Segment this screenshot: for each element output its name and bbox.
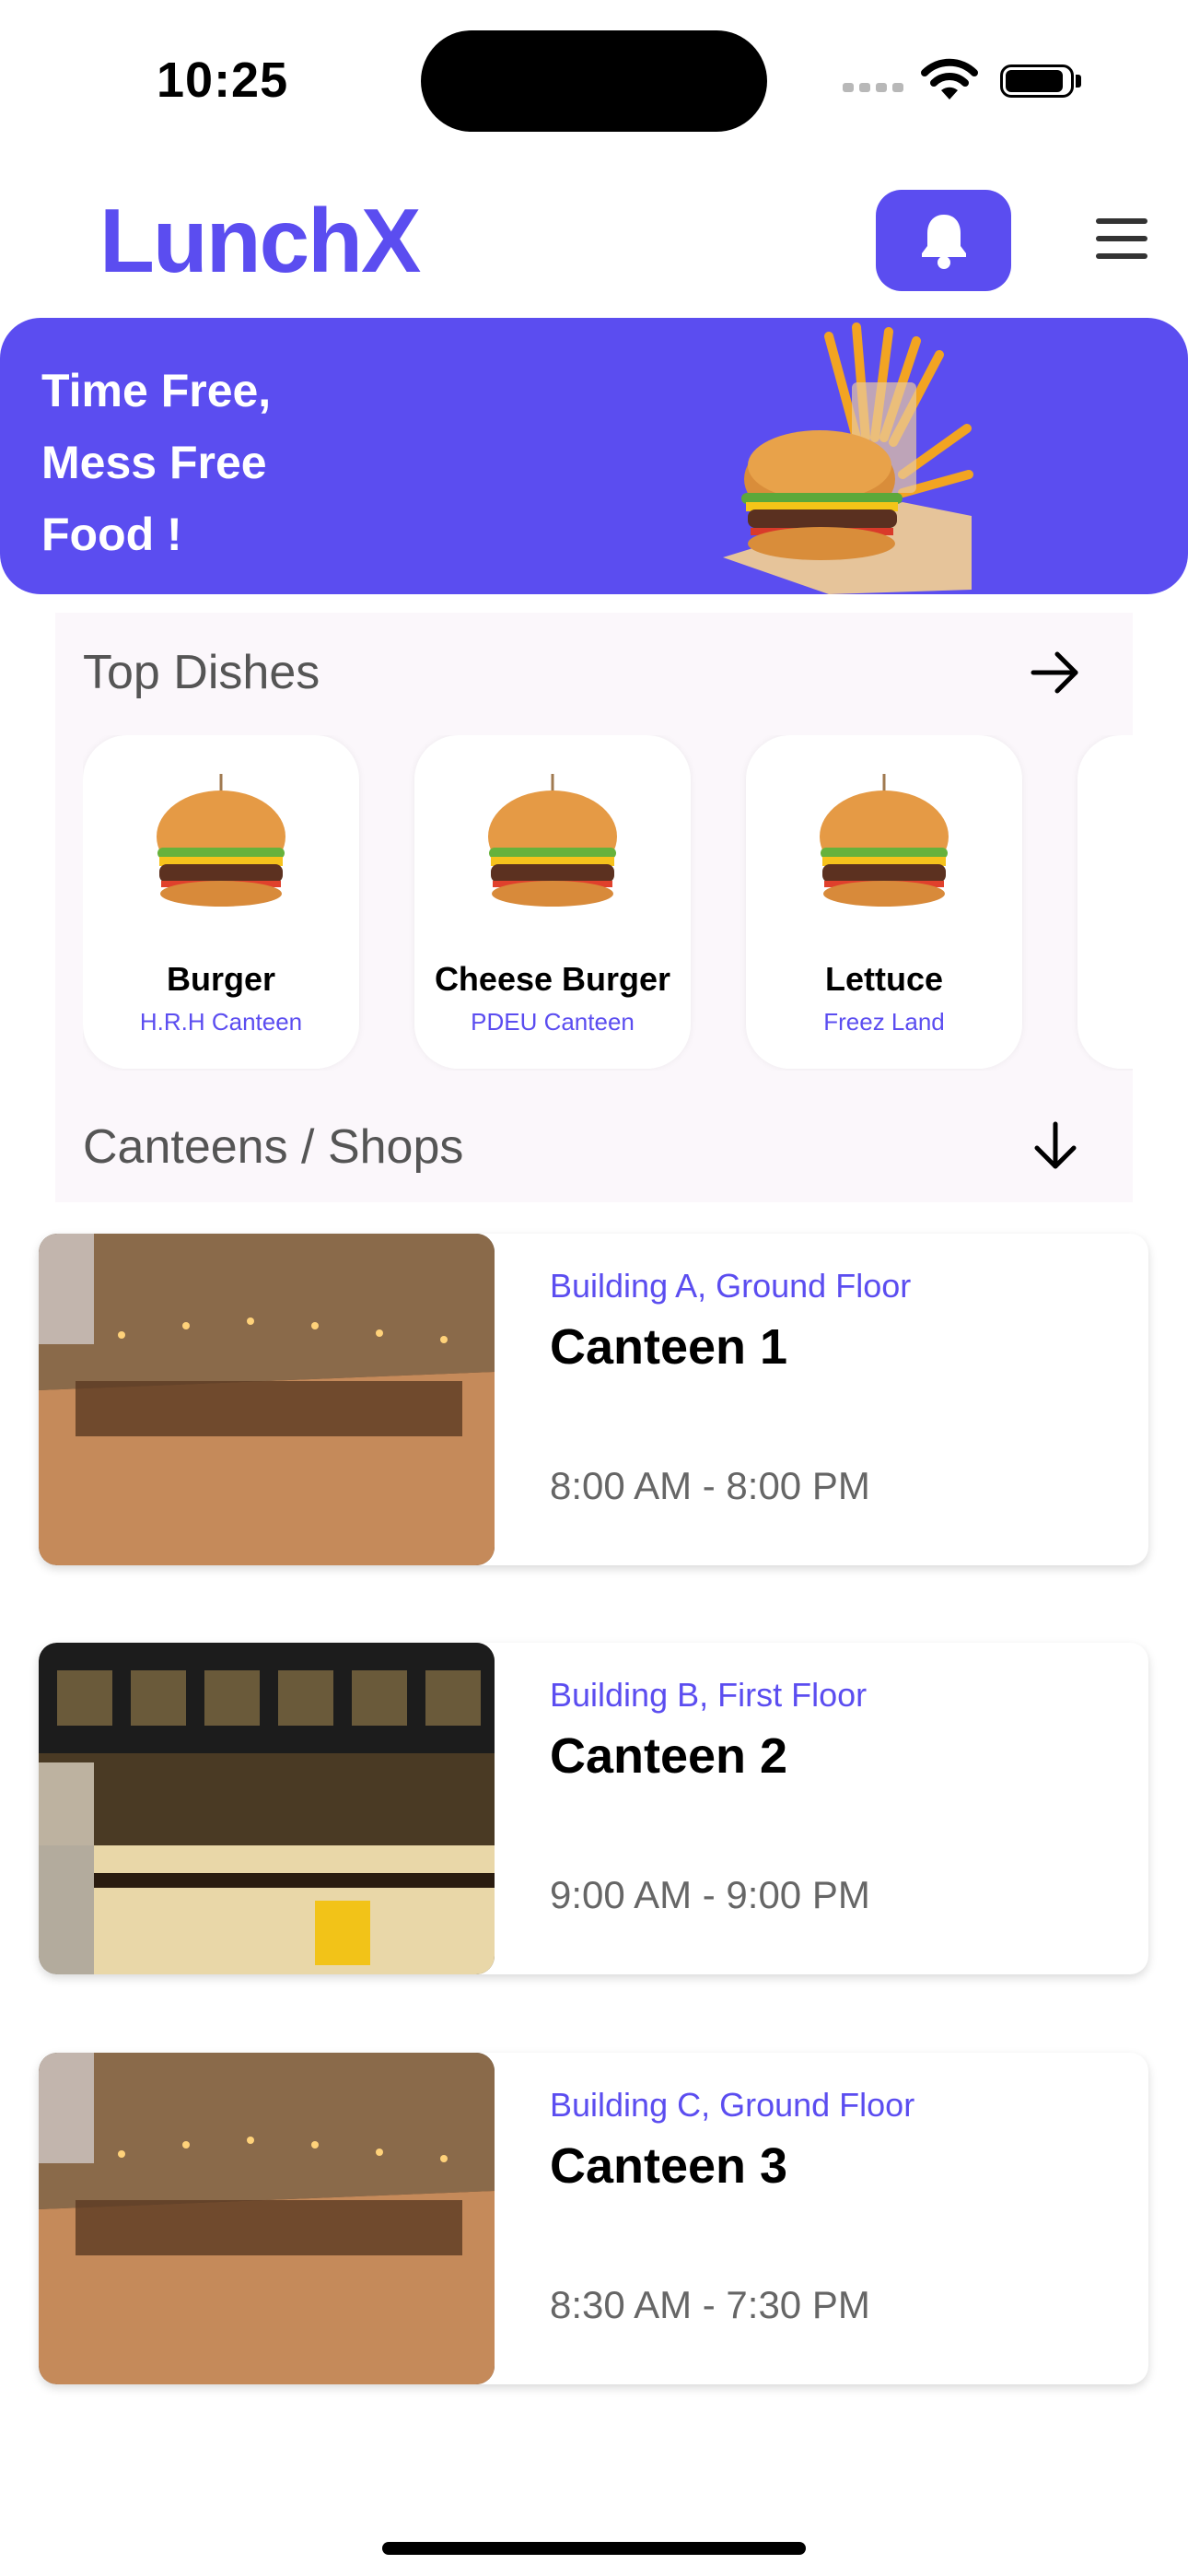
arrow-down-icon[interactable] <box>1026 1117 1085 1176</box>
burger-fries-image <box>723 322 973 594</box>
cellular-signal-icon <box>843 79 905 92</box>
canteen-card[interactable]: Building B, First Floor Canteen 2 9:00 A… <box>39 1643 1148 1974</box>
app-logo: LunchX <box>99 190 421 291</box>
dish-name: Cheese Burger <box>434 960 671 998</box>
canteen-name: Canteen 3 <box>550 2138 788 2194</box>
canteen-photo <box>39 1234 495 1565</box>
canteen-card[interactable]: Building C, Ground Floor Canteen 3 8:30 … <box>39 2053 1148 2384</box>
canteen-hours: 9:00 AM - 9:00 PM <box>550 1873 870 1916</box>
canteen-hours: 8:30 AM - 7:30 PM <box>550 2283 870 2326</box>
dish-card[interactable]: Burger H.R.H Canteen <box>83 735 359 1069</box>
dish-card-partial[interactable] <box>1077 735 1133 1069</box>
arrow-right-icon[interactable] <box>1026 643 1085 702</box>
dynamic-island <box>421 30 767 132</box>
canteen-hours: 8:00 AM - 8:00 PM <box>550 1464 870 1507</box>
bell-icon <box>921 215 966 269</box>
canteen-card[interactable]: Building A, Ground Floor Canteen 1 8:00 … <box>39 1234 1148 1565</box>
canteen-name: Canteen 1 <box>550 1319 788 1375</box>
canteen-location: Building C, Ground Floor <box>550 2086 915 2124</box>
dish-location: PDEU Canteen <box>471 1008 635 1036</box>
canteen-location: Building B, First Floor <box>550 1676 868 1714</box>
canteen-photo <box>39 2053 495 2384</box>
canteen-name: Canteen 2 <box>550 1728 788 1784</box>
status-bar: 10:25 <box>0 0 1188 157</box>
canteen-location: Building A, Ground Floor <box>550 1267 912 1305</box>
menu-button[interactable] <box>1096 218 1147 259</box>
dish-name: Lettuce <box>824 960 944 998</box>
burger-image <box>488 774 617 907</box>
dish-card[interactable]: Cheese Burger PDEU Canteen <box>414 735 691 1069</box>
canteens-title: Canteens / Shops <box>83 1120 464 1174</box>
status-time: 10:25 <box>157 53 289 108</box>
top-dishes-list: Burger H.R.H Canteen Cheese Burger PDEU … <box>83 735 1133 1071</box>
canteen-photo <box>39 1643 495 1974</box>
top-dishes-title: Top Dishes <box>83 646 320 699</box>
promo-banner: Time Free, Mess Free Food ! <box>0 318 1188 594</box>
dish-location: H.R.H Canteen <box>139 1008 303 1036</box>
dish-location: Freez Land <box>823 1008 945 1036</box>
banner-text: Time Free, Mess Free Food ! <box>41 365 272 560</box>
home-indicator[interactable] <box>382 2542 806 2555</box>
wifi-icon <box>921 58 978 100</box>
dish-name: Burger <box>166 960 276 998</box>
battery-icon <box>1000 64 1083 98</box>
notifications-button[interactable] <box>876 190 1011 291</box>
burger-image <box>820 774 949 907</box>
burger-image <box>157 774 285 907</box>
dish-card[interactable]: Lettuce Freez Land <box>746 735 1022 1069</box>
hamburger-menu-icon <box>1096 218 1147 224</box>
